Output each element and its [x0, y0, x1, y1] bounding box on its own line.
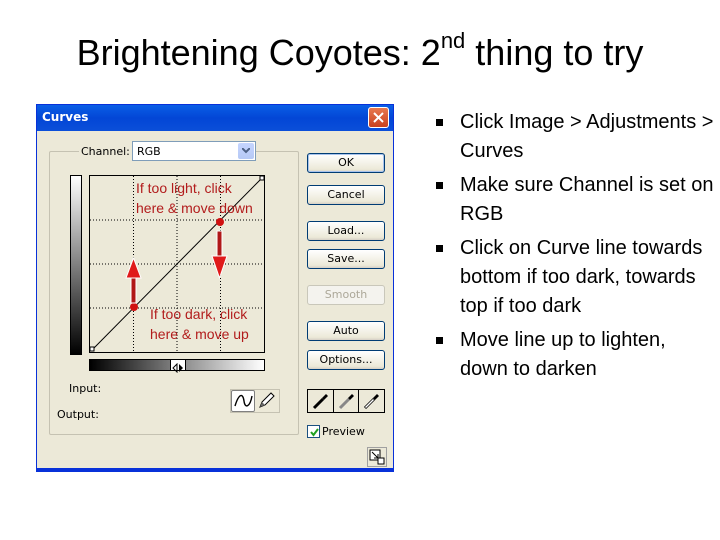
dropdown-arrow[interactable]: [238, 143, 254, 159]
slide-title-superscript: nd: [440, 28, 466, 53]
arrow-up-icon: [125, 256, 142, 304]
input-label: Input:: [69, 382, 102, 395]
curve-endpoint-black: [89, 346, 95, 352]
channel-label: Channel:: [79, 145, 132, 158]
checkmark-icon: [310, 428, 319, 437]
curve-mode-button[interactable]: [231, 390, 255, 412]
smooth-button[interactable]: Smooth: [307, 285, 385, 305]
options-button[interactable]: Options...: [307, 350, 385, 370]
bullet-item: Click on Curve line towards bottom if to…: [436, 234, 716, 321]
annotation-dark-line1: If too dark, click: [150, 306, 248, 322]
black-eyedropper-icon: [312, 394, 328, 410]
arrow-down-icon: [211, 230, 228, 280]
bullet-square-icon: [436, 119, 443, 126]
bullet-square-icon: [436, 245, 443, 252]
slide-title: Brightening Coyotes: 2nd thing to try: [0, 28, 720, 74]
auto-button[interactable]: Auto: [307, 321, 385, 341]
gray-eyedropper-icon: [338, 394, 354, 410]
bullet-square-icon: [436, 337, 443, 344]
preview-check-box[interactable]: [307, 425, 320, 438]
expand-view-icon: [369, 449, 385, 465]
slide-title-main: Brightening Coyotes: 2: [76, 32, 441, 73]
bullet-list: Click Image > Adjustments > Curves Make …: [436, 108, 716, 389]
dialog-bottom-border: [37, 468, 393, 471]
swap-arrows-icon: [172, 362, 183, 374]
curves-dialog: Curves Channel: RGB If too light, click …: [36, 104, 394, 472]
bullet-item: Move line up to lighten, down to darken: [436, 326, 716, 384]
annotation-too-dark: If too dark, click here & move up: [150, 304, 249, 344]
curve-point-shadow: [130, 303, 138, 311]
input-gradient-bar: [89, 359, 265, 374]
cancel-button[interactable]: Cancel: [307, 185, 385, 205]
save-button[interactable]: Save...: [307, 249, 385, 269]
annotation-too-light: If too light, click here & move down: [136, 178, 253, 218]
dialog-titlebar[interactable]: Curves: [37, 105, 393, 131]
ok-button[interactable]: OK: [307, 153, 385, 173]
gradient-toggle[interactable]: [170, 360, 186, 374]
dialog-title: Curves: [42, 110, 89, 124]
annotation-light-line2: here & move down: [136, 200, 253, 216]
output-gradient-bar: [70, 175, 82, 355]
black-eyedropper-button[interactable]: [308, 390, 334, 412]
preview-label: Preview: [322, 425, 365, 438]
bullet-item: Click Image > Adjustments > Curves: [436, 108, 716, 166]
output-label: Output:: [57, 408, 99, 421]
white-eyedropper-icon: [364, 394, 380, 410]
annotation-light-line1: If too light, click: [136, 180, 232, 196]
eyedropper-group: [307, 389, 385, 413]
channel-select[interactable]: RGB: [132, 141, 256, 161]
gray-eyedropper-button[interactable]: [334, 390, 360, 412]
bullet-item: Make sure Channel is set on RGB: [436, 171, 716, 229]
curve-endpoint-white: [259, 175, 265, 181]
annotation-dark-line2: here & move up: [150, 326, 249, 342]
channel-value: RGB: [137, 145, 161, 158]
pencil-mode-button[interactable]: [255, 390, 279, 412]
slide-title-rest: thing to try: [465, 32, 644, 73]
white-eyedropper-button[interactable]: [359, 390, 384, 412]
close-button[interactable]: [368, 107, 389, 128]
pencil-icon: [259, 392, 275, 408]
load-button[interactable]: Load...: [307, 221, 385, 241]
curve-mode-group: [230, 389, 280, 413]
curve-tool-icon: [234, 394, 253, 407]
bullet-square-icon: [436, 182, 443, 189]
close-icon: [373, 112, 384, 123]
expand-view-button[interactable]: [367, 447, 387, 467]
curve-point-highlight: [216, 218, 224, 226]
chevron-down-icon: [242, 148, 250, 154]
